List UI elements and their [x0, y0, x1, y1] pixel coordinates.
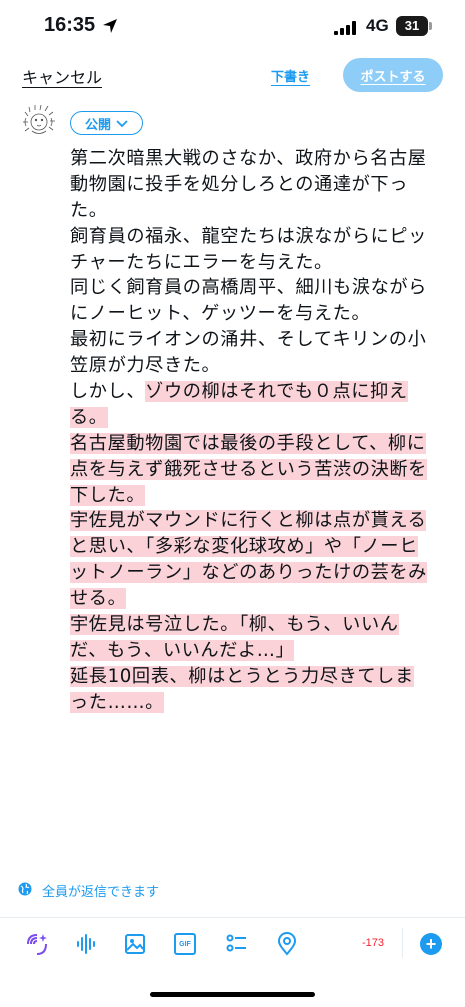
reply-setting[interactable]: 全員が返信できます [18, 881, 159, 900]
post-text-line: る。 [70, 405, 448, 431]
post-text-line: チャーたちにエラーを与えた。 [70, 250, 448, 276]
post-text-line: った……。 [70, 690, 448, 716]
post-text-line: ットノーラン」などのありったけの芸をみ [70, 560, 448, 586]
post-text-segment: 笠原が力尽きた。 [70, 355, 221, 377]
post-text-line: 延長10回表、柳はとうとう力尽きてしま [70, 664, 448, 690]
highlighted-overflow-text: った……。 [70, 691, 164, 713]
drafts-button[interactable]: 下書き [271, 66, 310, 85]
post-text-segment: 同じく飼育員の高橋周平、細川も涙ながら [70, 277, 427, 299]
compose-toolbar: GIF [0, 929, 465, 961]
post-text-line: と思い、「多彩な変化球攻め」や「ノーヒ [70, 534, 448, 560]
post-text-line: 動物園に投手を処分しろとの通達が下っ [70, 172, 448, 198]
avatar[interactable] [20, 102, 58, 140]
post-text-line: 宇佐見は号泣した。「柳、もう、いいん [70, 612, 448, 638]
post-text-segment: た。 [70, 199, 108, 221]
highlighted-overflow-text: ゾウの柳はそれでも０点に抑え [145, 381, 408, 403]
post-text-segment: 飼育員の福永、龍空たちは涙ながらにピッ [70, 225, 427, 247]
chevron-down-icon [116, 116, 128, 131]
add-post-button[interactable]: + [420, 933, 442, 955]
toolbar-divider [402, 928, 403, 958]
signal-icon [334, 20, 358, 39]
post-text-line: 笠原が力尽きた。 [70, 353, 448, 379]
status-bar: 16:35 4G 31 [0, 0, 465, 56]
post-text-line: せる。 [70, 586, 448, 612]
post-text-segment: にノーヒット、ゲッツーを与えた。 [70, 303, 371, 325]
highlighted-overflow-text: る。 [70, 406, 108, 428]
location-icon[interactable] [272, 929, 302, 959]
post-text-segment: 動物園に投手を処分しろとの通達が下っ [70, 173, 408, 195]
highlighted-overflow-text: せる。 [70, 588, 127, 610]
gif-icon[interactable]: GIF [170, 929, 200, 959]
highlighted-overflow-text: と思い、「多彩な変化球攻め」や「ノーヒ [70, 536, 418, 558]
post-text-line: 宇佐見がマウンドに行くと柳は点が貰える [70, 508, 448, 534]
post-text-area[interactable]: 第二次暗黒大戦のさなか、政府から名古屋 動物園に投手を処分しろとの通達が下っ た。飼… [70, 146, 448, 716]
audience-selector[interactable]: 公開 [70, 111, 144, 135]
post-text-line: 最初にライオンの涌井、そしてキリンの小 [70, 327, 448, 353]
cancel-button[interactable]: キャンセル [22, 64, 102, 88]
post-text-line: 点を与えず餓死させるという苦渋の決断を [70, 457, 448, 483]
post-text-line: だ、もう、いいんだよ…」 [70, 638, 448, 664]
character-counter: -173 [362, 937, 385, 949]
post-text-line: 下した。 [70, 483, 448, 509]
highlighted-overflow-text: 名古屋動物園では最後の手段として、柳に [70, 432, 426, 454]
highlighted-overflow-text: 下した。 [70, 484, 146, 506]
post-button[interactable]: ポストする [343, 58, 443, 92]
audio-wave-icon[interactable] [72, 929, 102, 959]
post-text-line: 第二次暗黒大戦のさなか、政府から名古屋 [70, 146, 448, 172]
battery-icon: 31 [396, 16, 428, 36]
post-text-segment: チャーたちにエラーを与えた。 [70, 251, 333, 273]
highlighted-overflow-text: 宇佐見は号泣した。「柳、もう、いいん [70, 614, 399, 636]
post-text-segment: しかし、 [70, 381, 146, 403]
post-text-segment: 最初にライオンの涌井、そしてキリンの小 [70, 329, 427, 351]
highlighted-overflow-text: 延長10回表、柳はとうとう力尽きてしま [70, 665, 414, 687]
post-text-line: 同じく飼育員の高橋周平、細川も涙ながら [70, 275, 448, 301]
poll-icon[interactable] [222, 929, 252, 959]
network-label: 4G [366, 16, 389, 35]
highlighted-overflow-text: だ、もう、いいんだよ…」 [70, 639, 295, 661]
audience-label: 公開 [85, 116, 112, 132]
location-arrow-icon [102, 18, 118, 38]
post-text-line: にノーヒット、ゲッツーを与えた。 [70, 301, 448, 327]
post-text-line: た。 [70, 198, 448, 224]
highlighted-overflow-text: 宇佐見がマウンドに行くと柳は点が貰える [70, 510, 427, 532]
globe-icon [18, 882, 32, 899]
post-text-segment: 第二次暗黒大戦のさなか、政府から名古屋 [70, 148, 427, 169]
lion-sketch-icon [23, 104, 55, 134]
post-text-line: 飼育員の福永、龍空たちは涙ながらにピッ [70, 224, 448, 250]
post-text-line: しかし、ゾウの柳はそれでも０点に抑え [70, 379, 448, 405]
gif-label: GIF [174, 933, 196, 955]
reply-setting-label: 全員が返信できます [42, 884, 160, 899]
battery-tip [429, 22, 432, 30]
ai-sparkle-icon[interactable] [22, 929, 52, 959]
home-indicator [150, 992, 315, 997]
highlighted-overflow-text: 点を与えず餓死させるという苦渋の決断を [70, 458, 427, 480]
post-text-line: 名古屋動物園では最後の手段として、柳に [70, 431, 448, 457]
image-icon[interactable] [120, 929, 150, 959]
status-time: 16:35 [44, 14, 96, 36]
highlighted-overflow-text: ットノーラン」などのありったけの芸をみ [70, 562, 427, 584]
divider [0, 917, 465, 918]
